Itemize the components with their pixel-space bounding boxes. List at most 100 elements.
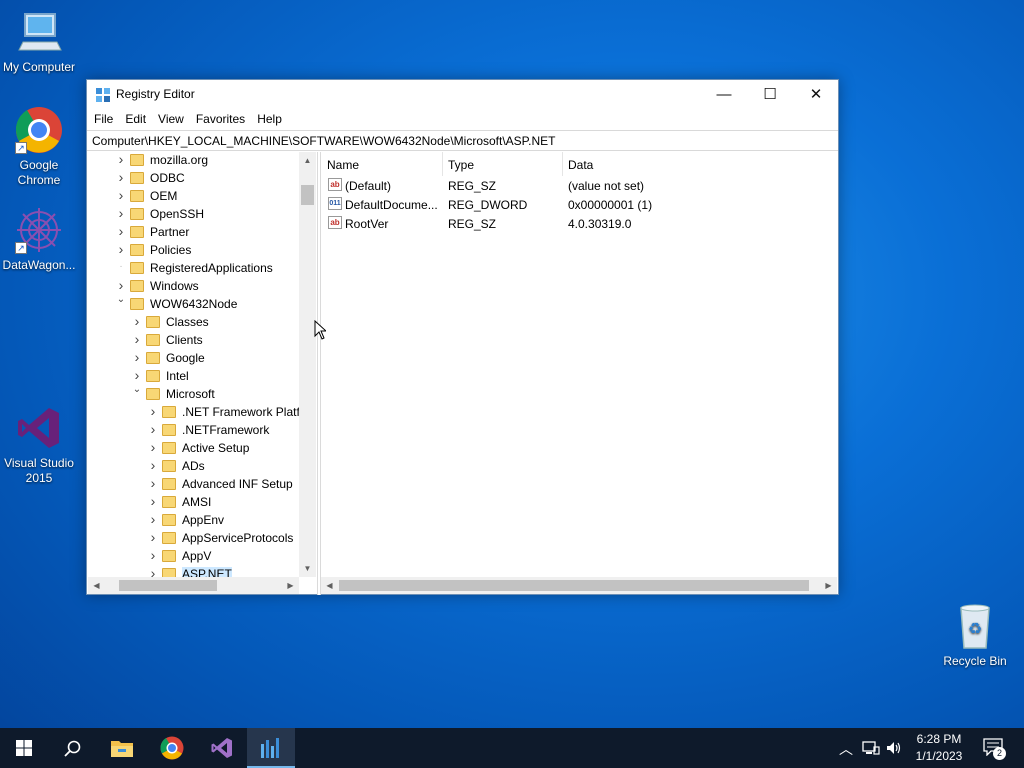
menu-help[interactable]: Help (251, 109, 288, 129)
chevron-right-icon[interactable]: › (147, 493, 159, 509)
tree-hscroll-thumb[interactable] (119, 580, 217, 591)
action-center-button[interactable]: 2 (983, 738, 1006, 760)
search-icon (64, 740, 81, 757)
menu-view[interactable]: View (152, 109, 190, 129)
desktop-icon-recycle-bin[interactable]: ♻ Recycle Bin (936, 602, 1014, 669)
chevron-right-icon[interactable]: › (147, 421, 159, 437)
menu-bar: File Edit View Favorites Help (87, 109, 838, 129)
chevron-right-icon[interactable]: › (147, 457, 159, 473)
tree-node-label: .NET Framework Platfo (182, 405, 307, 419)
chevron-right-icon[interactable]: › (131, 331, 143, 347)
chevron-right-icon[interactable]: › (115, 169, 127, 185)
desktop-icon-visual-studio[interactable]: Visual Studio 2015 (0, 404, 78, 486)
menu-favorites[interactable]: Favorites (190, 109, 251, 129)
scroll-left-arrow-icon[interactable]: ◀ (321, 577, 338, 594)
address-bar[interactable]: Computer\HKEY_LOCAL_MACHINE\SOFTWARE\WOW… (87, 130, 838, 151)
menu-edit[interactable]: Edit (119, 109, 152, 129)
taskbar-visual-studio[interactable] (198, 728, 246, 768)
chevron-right-icon[interactable]: › (147, 547, 159, 563)
datawagon-icon: ↗ (15, 206, 63, 254)
search-button[interactable] (48, 728, 96, 768)
close-button[interactable]: ✕ (793, 80, 839, 109)
tree-node-label: Microsoft (166, 387, 215, 401)
mouse-cursor-icon (314, 320, 326, 340)
desktop-icon-label: Google Chrome (17, 158, 61, 187)
scroll-right-arrow-icon[interactable]: ▶ (282, 577, 299, 594)
folder-icon (146, 370, 160, 382)
key-tree-pane: › mozilla.org › ODBC › OEM › OpenSSH › Partner › Po… (88, 152, 317, 595)
chevron-right-icon[interactable]: › (115, 152, 127, 167)
network-icon[interactable] (862, 741, 880, 755)
taskbar-chrome[interactable] (148, 728, 196, 768)
value-row[interactable]: ab RootVer REG_SZ 4.0.30319.0 (321, 214, 836, 233)
window-title: Registry Editor (116, 87, 195, 101)
tree-horizontal-scrollbar[interactable]: ◀ ▶ (88, 577, 299, 594)
chrome-icon: ↗ (15, 106, 63, 154)
values-list-pane: Name Type Data ab (Default) REG_SZ (valu… (321, 152, 839, 595)
volume-icon[interactable] (886, 740, 902, 756)
chevron-right-icon[interactable]: › (115, 205, 127, 221)
chevron-right-icon[interactable]: › (147, 511, 159, 527)
tree-connector-icon: · (119, 261, 123, 272)
scroll-right-arrow-icon[interactable]: ▶ (820, 577, 837, 594)
tree-node-label: RegisteredApplications (150, 261, 273, 275)
clock-date[interactable]: 1/1/2023 (908, 749, 970, 763)
folder-icon (130, 280, 144, 292)
tree-node-label: WOW6432Node (150, 297, 238, 311)
chevron-right-icon[interactable]: › (147, 475, 159, 491)
tree-node-label: .NETFramework (182, 423, 270, 437)
column-header-type[interactable]: Type (442, 152, 562, 176)
value-type: REG_DWORD (448, 198, 528, 212)
column-header-name[interactable]: Name (321, 152, 442, 176)
tree-node-label: Clients (166, 333, 203, 347)
scroll-left-arrow-icon[interactable]: ◀ (88, 577, 105, 594)
folder-icon (162, 550, 176, 562)
tree-node-label: Google (166, 351, 205, 365)
chevron-right-icon[interactable]: › (131, 313, 143, 329)
show-hidden-icons-chevron-icon[interactable]: ︿ (838, 739, 854, 759)
value-name: (Default) (345, 179, 392, 193)
tree-node-label: AMSI (182, 495, 212, 509)
chevron-down-icon[interactable]: ⌄ (115, 294, 127, 305)
start-button[interactable] (0, 728, 48, 768)
list-hscroll-thumb[interactable] (339, 580, 809, 591)
chevron-right-icon[interactable]: › (115, 241, 127, 257)
taskbar-registry-editor[interactable] (247, 728, 295, 768)
desktop-icon-datawagon[interactable]: ↗ DataWagon... (0, 206, 78, 273)
desktop-icon-my-computer[interactable]: My Computer (0, 8, 78, 75)
chevron-right-icon[interactable]: › (147, 529, 159, 545)
taskbar-file-explorer[interactable] (98, 728, 146, 768)
title-bar[interactable]: Registry Editor — ☐ ✕ (87, 80, 838, 109)
desktop-icon-google-chrome[interactable]: ↗ Google Chrome (0, 106, 78, 188)
maximize-button[interactable]: ☐ (747, 80, 793, 109)
folder-icon (130, 226, 144, 238)
value-data: 0x00000001 (1) (568, 198, 653, 212)
chevron-right-icon[interactable]: › (131, 349, 143, 365)
column-header-data[interactable]: Data (562, 152, 836, 176)
value-type: REG_SZ (448, 217, 497, 231)
tree-node-label: mozilla.org (150, 153, 209, 167)
desktop-icon-label: Recycle Bin (943, 654, 1007, 668)
tree-vertical-scrollbar[interactable]: ▲ ▼ (299, 152, 316, 577)
chevron-right-icon[interactable]: › (115, 277, 127, 293)
minimize-button[interactable]: — (701, 80, 747, 109)
clock-time[interactable]: 6:28 PM (908, 732, 970, 746)
chevron-right-icon[interactable]: › (115, 187, 127, 203)
list-horizontal-scrollbar[interactable]: ◀ ▶ (321, 577, 837, 594)
value-row[interactable]: 011 DefaultDocume... REG_DWORD 0x0000000… (321, 195, 836, 214)
folder-icon (130, 190, 144, 202)
tree-node-label: Advanced INF Setup (182, 477, 293, 491)
chrome-icon (160, 736, 184, 760)
chevron-right-icon[interactable]: › (147, 403, 159, 419)
recycle-bin-icon: ♻ (951, 602, 999, 650)
shortcut-arrow-icon: ↗ (15, 142, 27, 154)
value-row[interactable]: ab (Default) REG_SZ (value not set) (321, 176, 836, 195)
scroll-up-arrow-icon[interactable]: ▲ (299, 152, 316, 169)
chevron-down-icon[interactable]: ⌄ (131, 384, 143, 395)
menu-file[interactable]: File (88, 109, 119, 129)
tree-vscroll-thumb[interactable] (301, 185, 314, 205)
chevron-right-icon[interactable]: › (115, 223, 127, 239)
chevron-right-icon[interactable]: › (147, 439, 159, 455)
chevron-right-icon[interactable]: › (131, 367, 143, 383)
scroll-down-arrow-icon[interactable]: ▼ (299, 560, 316, 577)
